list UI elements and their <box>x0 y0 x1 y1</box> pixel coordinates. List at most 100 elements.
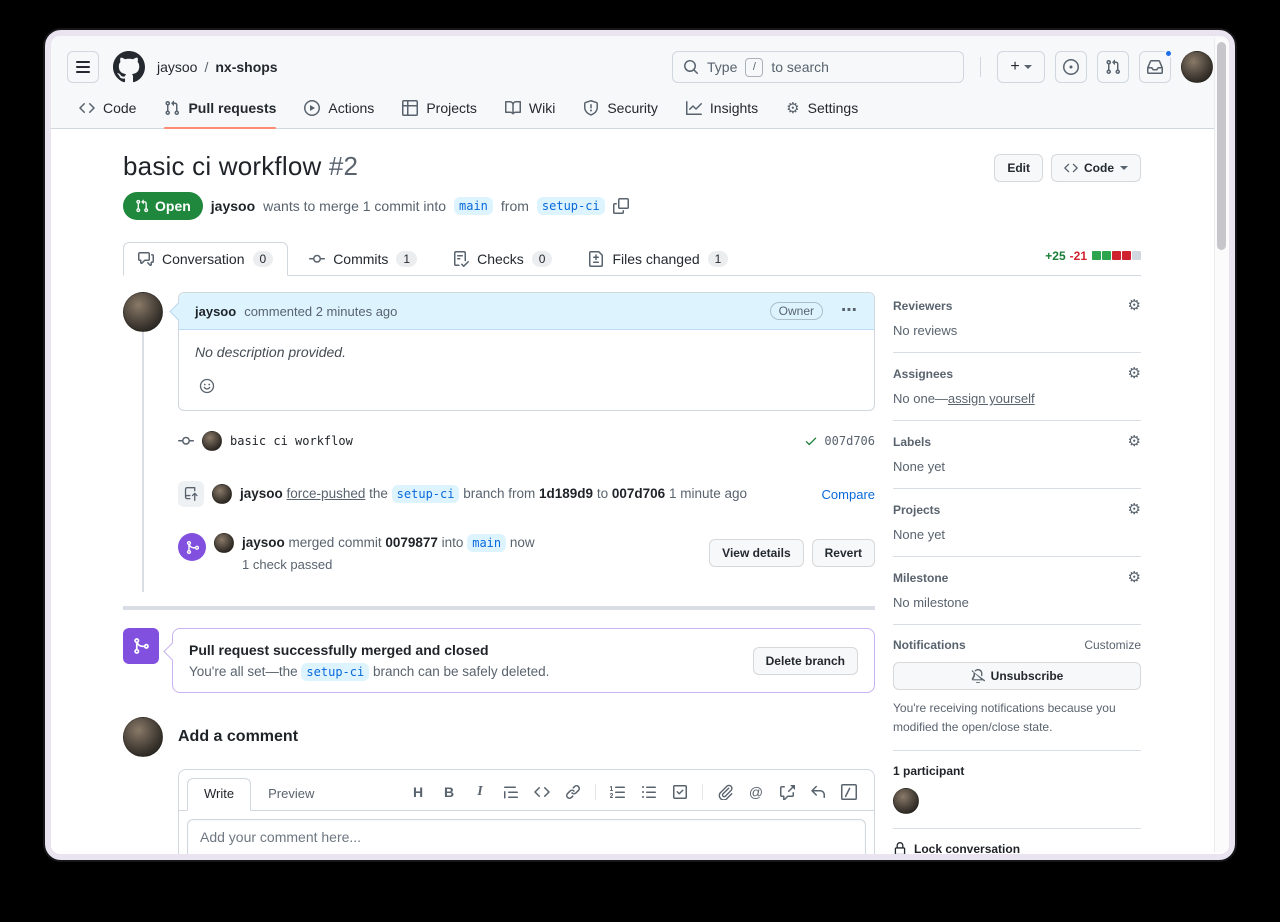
header-divider <box>980 57 981 77</box>
tab-checks[interactable]: Checks 0 <box>438 242 567 276</box>
pr-title: basic ci workflow #2 <box>123 151 358 182</box>
merged-banner: Pull request successfully merged and clo… <box>172 628 875 693</box>
mention-button[interactable]: @ <box>747 783 765 801</box>
event-timestamp: 1 minute ago <box>669 486 747 501</box>
event-author-name[interactable]: jaysoo <box>240 486 283 501</box>
kebab-menu-icon[interactable]: ⋯ <box>841 303 858 319</box>
sidebar-section-lock: Lock conversation <box>893 829 1141 854</box>
head-branch-label[interactable]: setup-ci <box>301 663 369 681</box>
pr-author[interactable]: jaysoo <box>211 198 255 214</box>
nav-tab-security[interactable]: Security <box>573 92 668 128</box>
owner-badge[interactable]: Owner <box>770 302 823 320</box>
numbered-list-button[interactable] <box>609 783 627 801</box>
git-merge-icon <box>178 533 206 561</box>
create-new-button[interactable]: + <box>997 51 1045 83</box>
cross-reference-button[interactable] <box>778 783 796 801</box>
banner-desc-text: branch can be safely deleted. <box>373 664 549 679</box>
nav-tab-code[interactable]: Code <box>69 92 146 128</box>
event-author-avatar[interactable] <box>212 484 232 504</box>
pr-tabs-bar: Conversation 0 Commits 1 Checks 0 <box>123 242 1141 276</box>
task-list-button[interactable] <box>671 783 689 801</box>
search-input[interactable]: Type / to search <box>672 51 964 83</box>
nav-tab-actions[interactable]: Actions <box>294 92 384 128</box>
comment-author-name[interactable]: jaysoo <box>195 304 236 319</box>
participant-avatar[interactable] <box>893 788 919 814</box>
commit-sha[interactable]: 007d706 <box>824 434 875 448</box>
hamburger-menu-button[interactable] <box>67 51 99 83</box>
customize-link[interactable]: Customize <box>1084 638 1141 652</box>
gear-icon[interactable]: ⚙ <box>1128 502 1141 517</box>
compare-link[interactable]: Compare <box>822 487 875 502</box>
base-branch-label[interactable]: main <box>454 197 493 215</box>
gear-icon[interactable]: ⚙ <box>1128 434 1141 449</box>
event-text: merged commit <box>289 535 382 550</box>
notifications-inbox-button[interactable] <box>1139 51 1171 83</box>
breadcrumb-owner[interactable]: jaysoo <box>157 59 197 75</box>
scrollbar-thumb[interactable] <box>1217 42 1226 250</box>
italic-button[interactable]: I <box>471 783 489 801</box>
head-branch-label[interactable]: setup-ci <box>537 197 605 215</box>
unsubscribe-button[interactable]: Unsubscribe <box>893 662 1141 690</box>
gear-icon[interactable]: ⚙ <box>1128 570 1141 585</box>
old-sha[interactable]: 1d189d9 <box>539 486 593 501</box>
nav-tab-pull-requests[interactable]: Pull requests <box>154 92 286 128</box>
quote-button[interactable] <box>502 783 520 801</box>
github-logo-icon[interactable] <box>113 51 145 83</box>
base-branch-label[interactable]: main <box>467 534 506 552</box>
comment-editor: Write Preview H B I <box>178 769 875 854</box>
check-status-text[interactable]: 1 check passed <box>242 557 709 572</box>
merged-sha[interactable]: 0079877 <box>385 535 438 550</box>
attach-file-button[interactable] <box>716 783 734 801</box>
search-icon <box>683 59 699 75</box>
event-author-avatar[interactable] <box>214 533 234 553</box>
tab-commits[interactable]: Commits 1 <box>294 242 432 276</box>
desktop-background: jaysoo / nx-shops Type / to search + <box>0 0 1280 922</box>
pull-requests-button[interactable] <box>1097 51 1129 83</box>
head-branch-label[interactable]: setup-ci <box>392 485 460 503</box>
heading-button[interactable]: H <box>409 783 427 801</box>
bullet-list-button[interactable] <box>640 783 658 801</box>
lock-conversation-button[interactable]: Lock conversation <box>893 842 1141 854</box>
check-icon[interactable] <box>804 434 818 448</box>
nav-tab-insights[interactable]: Insights <box>676 92 768 128</box>
new-sha[interactable]: 007d706 <box>612 486 665 501</box>
gear-icon[interactable]: ⚙ <box>1128 298 1141 313</box>
view-details-button[interactable]: View details <box>709 539 803 567</box>
force-pushed-label[interactable]: force-pushed <box>287 486 366 501</box>
tab-conversation[interactable]: Conversation 0 <box>123 242 288 276</box>
event-text: branch from <box>463 486 535 501</box>
nav-tab-projects[interactable]: Projects <box>392 92 487 128</box>
comment-body-text: No description provided. <box>195 344 858 360</box>
nav-tab-wiki[interactable]: Wiki <box>495 92 565 128</box>
link-button[interactable] <box>564 783 582 801</box>
code-button[interactable] <box>533 783 551 801</box>
edit-button[interactable]: Edit <box>994 154 1043 182</box>
emoji-reaction-button[interactable] <box>195 374 219 398</box>
commit-author-avatar[interactable] <box>202 431 222 451</box>
breadcrumb-repo[interactable]: nx-shops <box>215 59 277 75</box>
delete-branch-button[interactable]: Delete branch <box>753 647 858 675</box>
tab-label: Commits <box>333 251 388 267</box>
preview-tab[interactable]: Preview <box>251 778 331 811</box>
slash-commands-button[interactable] <box>840 783 858 801</box>
revert-button[interactable]: Revert <box>812 539 875 567</box>
lock-icon <box>893 842 907 854</box>
commit-message[interactable]: basic ci workflow <box>230 434 353 448</box>
nav-tab-settings[interactable]: ⚙ Settings <box>776 92 868 128</box>
gear-icon[interactable]: ⚙ <box>1128 366 1141 381</box>
code-dropdown-button[interactable]: Code <box>1051 154 1141 182</box>
comment-textarea[interactable] <box>187 819 866 854</box>
comment-author-avatar[interactable] <box>123 292 163 332</box>
merged-banner-title: Pull request successfully merged and clo… <box>189 642 741 658</box>
saved-replies-button[interactable] <box>809 783 827 801</box>
event-author-name[interactable]: jaysoo <box>242 535 285 550</box>
user-avatar[interactable] <box>1181 51 1213 83</box>
issues-button[interactable] <box>1055 51 1087 83</box>
bold-button[interactable]: B <box>440 783 458 801</box>
code-icon <box>1064 161 1078 175</box>
tab-files-changed[interactable]: Files changed 1 <box>573 242 743 276</box>
write-tab[interactable]: Write <box>187 778 251 811</box>
toolbar-separator <box>595 784 596 800</box>
assign-yourself-link[interactable]: assign yourself <box>948 391 1035 406</box>
copy-icon[interactable] <box>613 198 629 214</box>
